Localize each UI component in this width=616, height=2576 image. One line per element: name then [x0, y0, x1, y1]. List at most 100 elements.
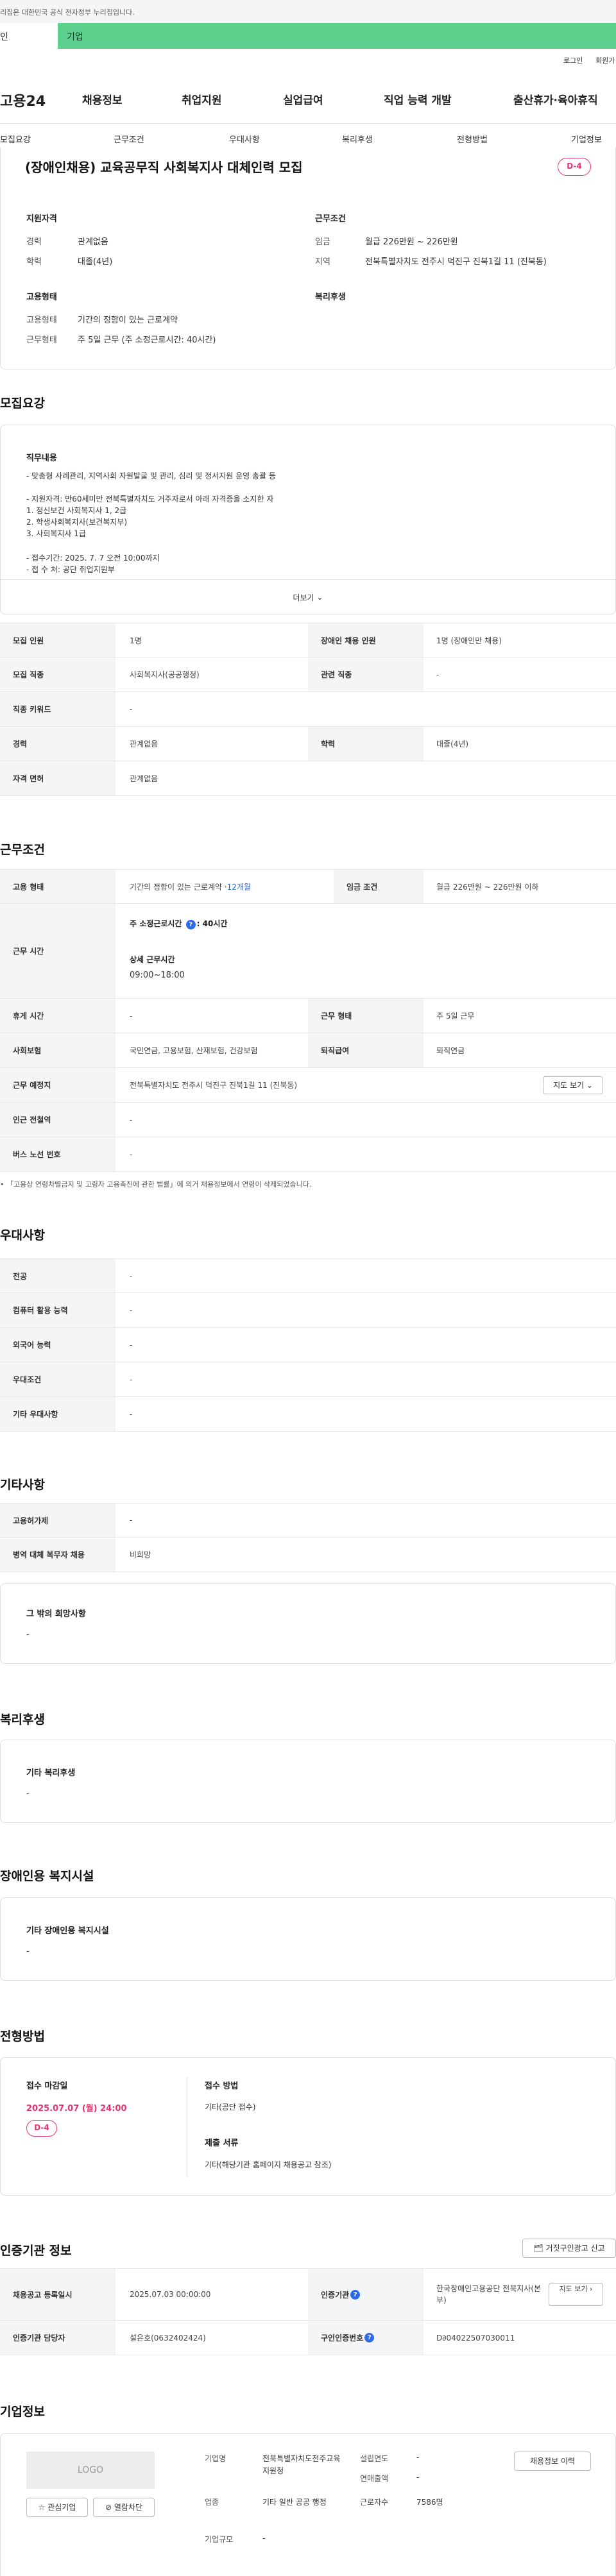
table-row: 인증기관 담당자 설은호(0632402424) 구인인증번호? D∂04022…: [0, 2321, 616, 2355]
job-keyword-value: -: [130, 704, 133, 714]
favorite-label: 관심기업: [47, 2503, 76, 2512]
work-place-value: 전북특별자치도 전주시 덕진구 진북1길 11 (진북동): [130, 1081, 298, 1090]
rest-time-label: 휴게 시간: [0, 999, 116, 1033]
career-row-value: 관계없음: [130, 740, 158, 749]
subnav-item-conditions[interactable]: 근무조건: [114, 133, 144, 145]
help-icon[interactable]: ?: [185, 920, 196, 929]
report-button[interactable]: 🗂 거짓구인광고 신고: [522, 2239, 616, 2258]
employment-type-label: 고용형태: [26, 316, 57, 325]
other-pref-value: -: [130, 1409, 133, 1419]
cert-org-label: 인증기관?: [308, 2269, 424, 2320]
gnb-item-training[interactable]: 직업 능력 개발: [384, 91, 452, 107]
table-row: 경력 관계없음 학력 대졸(4년): [0, 727, 616, 761]
welfare-card: 기타 복리후생 -: [0, 1740, 616, 1823]
work-form-row-label: 근무 형태: [308, 999, 424, 1033]
subnav-item-company[interactable]: 기업정보: [571, 133, 602, 145]
subnav-item-process[interactable]: 전형방법: [457, 133, 488, 145]
major-label: 전공: [0, 1259, 116, 1292]
tab-individual[interactable]: 인: [0, 23, 58, 49]
method-label: 접수 방법: [205, 2081, 239, 2091]
employment-type-value: 기간의 정함이 있는 근로계약: [78, 316, 178, 325]
pref-condition-value: -: [130, 1375, 133, 1384]
recruit-section-title: 모집요강: [0, 396, 45, 411]
more-button[interactable]: 더보기 ⌄: [1, 579, 615, 614]
related-job-label: 관련 직종: [308, 657, 424, 691]
company-logo: LOGO: [26, 2452, 155, 2489]
cert-number-label-text: 구인인증번호: [321, 2334, 364, 2343]
severance-value: 퇴직연금: [436, 1046, 465, 1055]
duty-line-7: - 접 수 처: 공단 취업지원부: [26, 565, 115, 574]
job-summary-card: (장애인채용) 교육공무직 사회복지사 대체인력 모집 D-4 지원자격 경력 …: [0, 148, 616, 369]
process-dday-badge: D-4: [26, 2120, 57, 2137]
cert-number-value: D∂04022507030011: [436, 2333, 515, 2343]
job-type-label: 모집 직종: [0, 657, 116, 691]
gnb-item-unemployment[interactable]: 실업급여: [283, 91, 323, 107]
wage-condition-value: 월급 226만원 ~ 226만원 이하: [436, 882, 539, 892]
company-section-title: 기업정보: [0, 2405, 45, 2419]
deadline-value: 2025.07.07 (월) 24:00: [26, 2104, 127, 2114]
station-value: -: [130, 1115, 133, 1124]
subnav-item-recruit[interactable]: 모집요강: [0, 133, 31, 145]
block-company-button[interactable]: ⊘ 열람차단: [93, 2498, 155, 2517]
tab-company[interactable]: 기업: [58, 23, 616, 49]
table-row: 모집 직종 사회복지사(공공행정) 관련 직종 -: [0, 657, 616, 692]
duty-card: 직무내용 - 맞춤형 사례관리, 지역사회 자원발굴 및 관리, 심리 및 정서…: [0, 425, 616, 614]
help-icon[interactable]: ?: [350, 2289, 361, 2300]
cert-section-title: 인증기관 정보: [0, 2244, 72, 2258]
wage-value: 월급 226만원 ~ 226만원: [365, 237, 458, 247]
join-link[interactable]: 회원가: [595, 55, 615, 65]
gnb-item-parental-leave[interactable]: 출산휴가·육아휴직: [513, 91, 598, 107]
gnb-item-jobs[interactable]: 채용정보: [82, 91, 123, 107]
disabled-count-label: 장애인 채용 인원: [308, 623, 424, 657]
gnb-item-employment-support[interactable]: 취업지원: [182, 91, 222, 107]
table-row: 기타 우대사항 -: [0, 1397, 616, 1432]
employees-label: 근로자수: [360, 2498, 389, 2507]
emp-months: 12개월: [227, 882, 251, 892]
table-row: 버스 노선 번호 -: [0, 1137, 616, 1172]
region-value: 전북특별자치도 전주시 덕진구 진북1길 11 (진북동): [365, 257, 547, 267]
top-tabs: 인 기업: [0, 23, 616, 49]
disabled-count-value: 1명 (장애인만 채용): [436, 636, 502, 645]
employment-heading: 고용형태: [26, 292, 57, 302]
detail-hours-value: 09:00~18:00: [130, 970, 185, 980]
cert-number-label: 구인인증번호?: [308, 2321, 424, 2355]
cert-manager-label: 인증기관 담당자: [0, 2321, 116, 2355]
insurance-value: 국민연금, 고용보험, 산재보험, 건강보험: [130, 1046, 258, 1055]
duty-line-5: 3. 사회복지사 1급: [26, 529, 86, 538]
job-type-value: 사회복지사(공공행정): [130, 670, 200, 679]
star-icon: ☆: [38, 2503, 46, 2512]
other-pref-label: 기타 우대사항: [0, 1397, 116, 1431]
emp-type-value: 기간의 정함이 있는 근로계약 · 12개월: [130, 870, 251, 903]
map-view-button[interactable]: 지도 보기 ⌄: [543, 1076, 603, 1094]
weekly-hours-value: : 40시간: [196, 919, 228, 928]
duty-line-6: - 접수기간: 2025. 7. 7 오전 10:00까지: [26, 554, 160, 563]
pref-condition-label: 우대조건: [0, 1362, 116, 1396]
help-icon[interactable]: ?: [364, 2333, 375, 2343]
work-form-row-value: 주 5일 근무: [436, 1012, 475, 1021]
gnb-divider: [0, 123, 616, 124]
detail-hours-label: 상세 근무시간: [130, 955, 175, 964]
favorite-company-button[interactable]: ☆ 관심기업: [26, 2498, 88, 2517]
duty-line-4: 2. 학생사회복지사(보건복지부): [26, 518, 128, 527]
language-label: 외국어 능력: [0, 1328, 116, 1362]
site-logo[interactable]: 고용24: [0, 90, 46, 110]
insurance-label: 사회보험: [0, 1033, 116, 1067]
company-card: LOGO ☆ 관심기업 ⊘ 열람차단 기업명 전북특별자치도전주교육지원청 설립…: [0, 2433, 616, 2576]
weekly-hours-label: 주 소정근로시간: [130, 919, 182, 928]
cert-map-button[interactable]: 지도 보기 ›: [549, 2283, 603, 2306]
table-row: 자격 면허 관계없음: [0, 761, 616, 796]
company-name-value: 전북특별자치도전주교육지원청: [262, 2454, 341, 2475]
block-icon: ⊘: [105, 2503, 112, 2512]
emp-type-text: 기간의 정함이 있는 근로계약 ·: [130, 882, 227, 892]
region-label: 지역: [315, 257, 330, 267]
gov-notice-text: 리집은 대한민국 공식 전자정부 누리집입니다.: [0, 8, 135, 17]
reg-date-label: 채용공고 등록일시: [0, 2269, 116, 2320]
table-row: 우대조건 -: [0, 1362, 616, 1397]
dday-badge: D-4: [558, 158, 591, 176]
qualification-heading: 지원자격: [26, 214, 57, 224]
method-value: 기타(공단 접수): [205, 2103, 256, 2112]
login-link[interactable]: 로그인: [563, 55, 583, 65]
job-history-button[interactable]: 채용정보 이력: [514, 2452, 591, 2471]
subnav-item-preferences[interactable]: 우대사항: [229, 133, 260, 145]
subnav-item-welfare[interactable]: 복리후생: [342, 133, 373, 145]
